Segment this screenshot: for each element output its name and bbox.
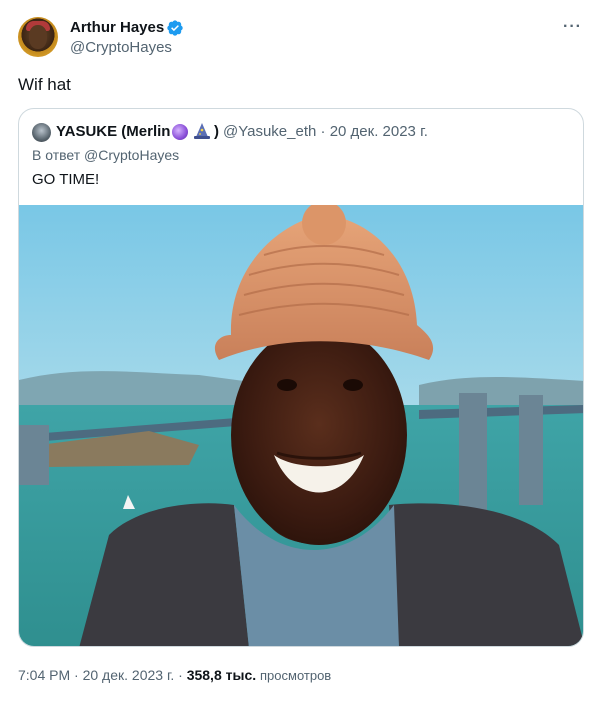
- tweet-text: Wif hat: [18, 75, 71, 94]
- quote-author-handle[interactable]: @Yasuke_eth: [223, 123, 316, 140]
- author-handle[interactable]: @CryptoHayes: [70, 38, 172, 58]
- quote-author-avatar[interactable]: [32, 123, 51, 142]
- quote-author-name-close: ): [214, 123, 219, 140]
- quote-meta-separator: ·: [316, 123, 330, 140]
- avatar-face-shape: [29, 25, 47, 49]
- wizard-icon: [194, 123, 210, 139]
- footer-separator-2: ·: [174, 667, 187, 683]
- views-count: 358,8 тыс.: [186, 667, 257, 683]
- quote-media-photo[interactable]: [19, 205, 584, 647]
- quote-meta: @Yasuke_eth · 20 дек. 2023 г.: [223, 122, 428, 142]
- quote-author-name[interactable]: YASUKE (Merlin: [56, 122, 170, 142]
- author-avatar[interactable]: [18, 17, 58, 57]
- author-display-name[interactable]: Arthur Hayes: [70, 18, 164, 38]
- more-horizontal-icon[interactable]: ···: [563, 18, 585, 38]
- verified-badge-icon[interactable]: [166, 19, 184, 37]
- footer-separator: ·: [70, 667, 83, 683]
- quote-reply-context: В ответ @CryptoHayes: [32, 147, 180, 163]
- quote-date[interactable]: 20 дек. 2023 г.: [330, 123, 428, 140]
- tweet-time[interactable]: 7:04 PM: [18, 667, 70, 683]
- purple-orb-icon: [172, 124, 188, 140]
- quote-text: GO TIME!: [32, 171, 100, 188]
- views-label: просмотров: [260, 668, 332, 683]
- quoted-tweet[interactable]: YASUKE (Merlin ) @Yasuke_eth · 20 дек. 2…: [18, 108, 584, 647]
- tweet: Arthur Hayes @CryptoHayes ··· Wif hat YA…: [0, 0, 598, 701]
- tweet-footer: 7:04 PM · 20 дек. 2023 г. · 358,8 тыс. п…: [18, 665, 331, 686]
- tweet-date[interactable]: 20 дек. 2023 г.: [83, 667, 175, 683]
